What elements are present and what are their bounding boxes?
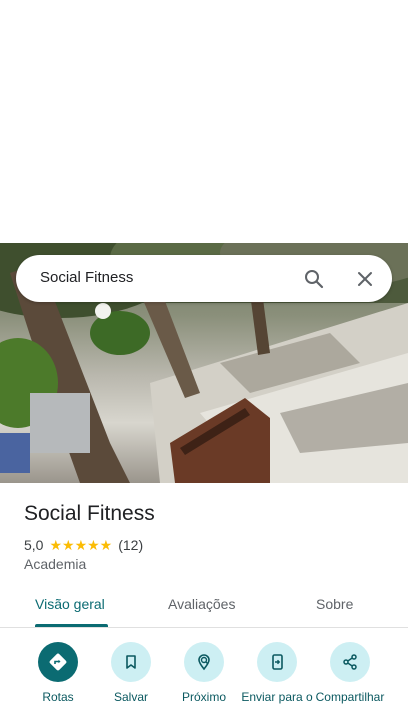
- directions-button[interactable]: Rotas: [21, 642, 95, 704]
- tab-overview[interactable]: Visão geral: [35, 596, 105, 612]
- bookmark-icon: [111, 642, 151, 682]
- tab-bar: Visão geral Avaliações Sobre: [0, 586, 408, 628]
- tab-about[interactable]: Sobre: [316, 596, 353, 612]
- map-area-blank: [0, 0, 408, 243]
- save-button[interactable]: Salvar: [94, 642, 168, 704]
- nearby-label: Próximo: [181, 690, 226, 704]
- nearby-button[interactable]: Próximo: [167, 642, 241, 704]
- star-rating-icon: ★★★★★: [49, 536, 113, 553]
- search-bar[interactable]: Social Fitness: [16, 255, 392, 302]
- search-input[interactable]: Social Fitness: [40, 269, 133, 286]
- review-count: (12): [118, 537, 144, 553]
- nearby-icon: [184, 642, 224, 682]
- close-icon[interactable]: [353, 267, 377, 291]
- directions-label: Rotas: [42, 690, 74, 704]
- place-title: Social Fitness: [24, 502, 155, 525]
- send-to-phone-icon: [257, 642, 297, 682]
- share-label: Compartilhar: [315, 690, 385, 704]
- save-label: Salvar: [113, 690, 148, 704]
- search-icon[interactable]: [302, 267, 326, 291]
- send-to-phone-label: Enviar para o: [241, 690, 313, 704]
- directions-icon: [38, 642, 78, 682]
- active-tab-indicator: [35, 624, 108, 627]
- rating-value: 5,0: [24, 537, 44, 553]
- rating-row[interactable]: 5,0 ★★★★★ (12): [24, 536, 143, 554]
- place-category[interactable]: Academia: [24, 556, 86, 572]
- share-button[interactable]: Compartilhar: [313, 642, 387, 704]
- send-to-phone-button[interactable]: Enviar para o: [240, 642, 314, 704]
- tab-reviews[interactable]: Avaliações: [168, 596, 235, 612]
- share-icon: [330, 642, 370, 682]
